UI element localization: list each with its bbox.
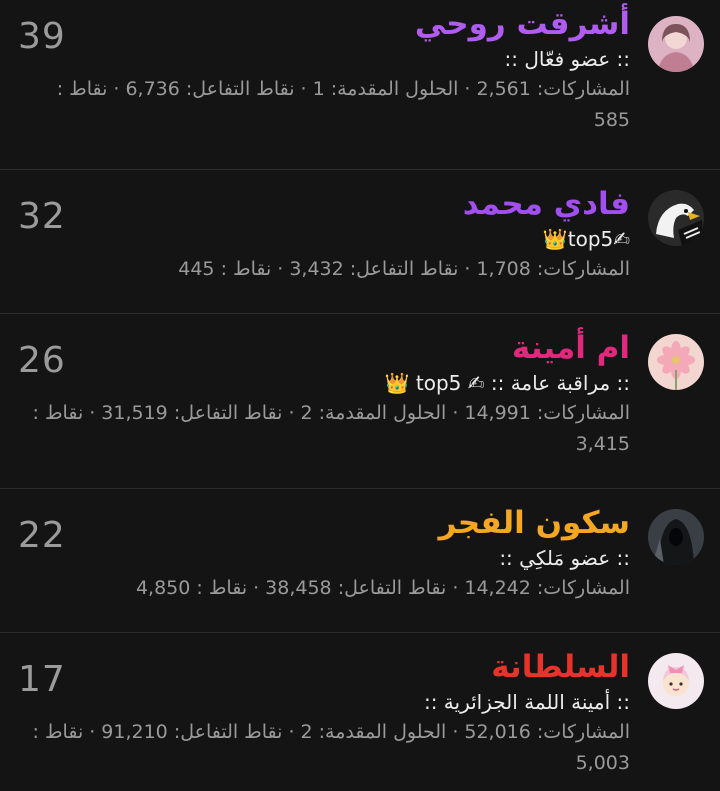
member-row[interactable]: فادي محمد ✍top5👑 المشاركات: 1,708·نقاط ا… bbox=[0, 170, 720, 314]
member-name[interactable]: فادي محمد bbox=[16, 184, 630, 224]
hooded-figure-avatar[interactable] bbox=[648, 509, 704, 565]
member-stats: المشاركات: 14,991·الحلول المقدمة: 2·نقاط… bbox=[32, 402, 630, 455]
member-score: 39 bbox=[18, 16, 66, 57]
pink-flower-avatar[interactable] bbox=[648, 334, 704, 390]
member-title: :: عضو فعّال :: bbox=[504, 47, 630, 71]
member-name[interactable]: السلطانة bbox=[16, 647, 630, 687]
member-title: :: مراقبة عامة :: ✍ top5 👑 bbox=[384, 371, 630, 395]
member-row[interactable]: سكون الفجر :: عضو مَلكِي :: المشاركات: 1… bbox=[0, 489, 720, 633]
girl-portrait-avatar[interactable] bbox=[648, 16, 704, 72]
member-score: 22 bbox=[18, 515, 66, 556]
member-title: ✍top5👑 bbox=[542, 227, 630, 251]
members-list: أشرقت روحي :: عضو فعّال :: المشاركات: 2,… bbox=[0, 0, 720, 791]
member-row[interactable]: أشرقت روحي :: عضو فعّال :: المشاركات: 2,… bbox=[0, 0, 720, 170]
member-name[interactable]: سكون الفجر bbox=[16, 503, 630, 543]
cartoon-girl-avatar[interactable] bbox=[648, 653, 704, 709]
member-name[interactable]: أشرقت روحي bbox=[16, 4, 630, 44]
member-stats: المشاركات: 2,561·الحلول المقدمة: 1·نقاط … bbox=[56, 78, 630, 131]
eagle-avatar[interactable] bbox=[648, 190, 704, 246]
member-name[interactable]: ام أمينة bbox=[16, 328, 630, 368]
member-score: 17 bbox=[18, 659, 66, 700]
member-title: :: عضو مَلكِي :: bbox=[499, 546, 630, 570]
member-stats: المشاركات: 1,708·نقاط التفاعل: 3,432·نقا… bbox=[178, 258, 630, 280]
member-score: 26 bbox=[18, 340, 66, 381]
member-title: :: أمينة اللمة الجزائرية :: bbox=[423, 690, 630, 714]
member-row[interactable]: ام أمينة :: مراقبة عامة :: ✍ top5 👑 المش… bbox=[0, 314, 720, 489]
member-stats: المشاركات: 14,242·نقاط التفاعل: 38,458·ن… bbox=[135, 577, 630, 599]
member-stats: المشاركات: 52,016·الحلول المقدمة: 2·نقاط… bbox=[32, 721, 630, 774]
member-score: 32 bbox=[18, 196, 66, 237]
member-row[interactable]: السلطانة :: أمينة اللمة الجزائرية :: الم… bbox=[0, 633, 720, 791]
